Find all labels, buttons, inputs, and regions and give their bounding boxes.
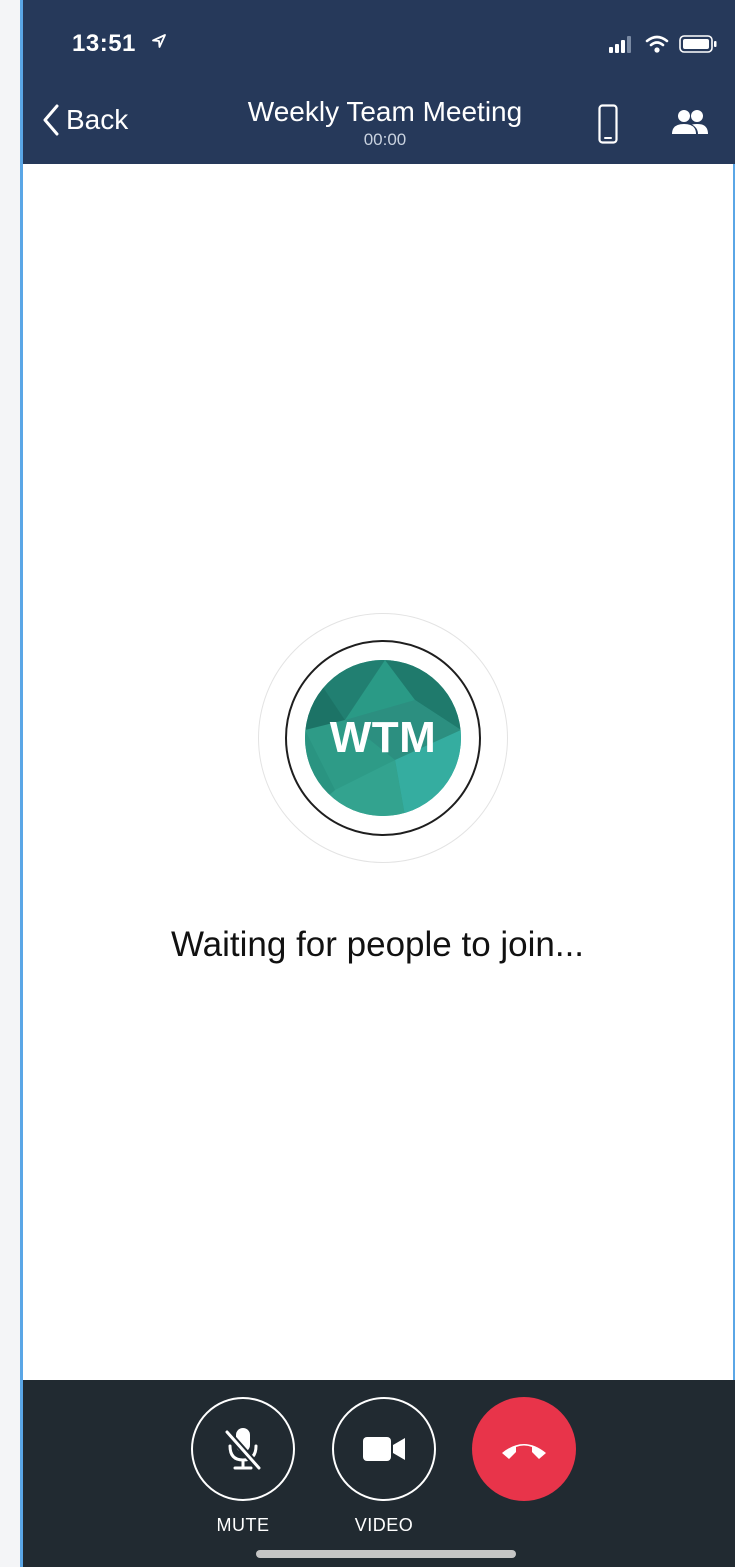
call-controls: MUTE VIDEO xyxy=(20,1380,735,1567)
status-time: 13:51 xyxy=(72,30,136,57)
avatar-initials: WTM xyxy=(329,713,437,762)
meeting-avatar: WTM xyxy=(305,660,461,816)
cellular-signal-icon xyxy=(609,36,631,53)
mute-label: MUTE xyxy=(216,1515,270,1535)
back-label: Back xyxy=(66,104,129,135)
meeting-screen: 13:51 Back Weekly Team Meeting 00:00 WTM… xyxy=(20,0,735,1567)
back-button[interactable]: Back xyxy=(42,104,128,136)
location-arrow-icon xyxy=(152,34,166,48)
video-button[interactable] xyxy=(332,1397,436,1501)
meeting-title-block: Weekly Team Meeting 00:00 xyxy=(220,96,550,150)
battery-icon xyxy=(679,35,717,53)
video-camera-icon xyxy=(363,1437,405,1461)
hang-up-icon xyxy=(502,1444,546,1459)
people-icon[interactable] xyxy=(670,108,710,138)
status-icons xyxy=(609,32,717,56)
header: 13:51 Back Weekly Team Meeting 00:00 xyxy=(20,0,735,164)
home-indicator[interactable] xyxy=(256,1550,516,1558)
mute-button[interactable] xyxy=(191,1397,295,1501)
video-label: VIDEO xyxy=(354,1515,414,1535)
meeting-timer: 00:00 xyxy=(363,130,407,149)
end-call-button[interactable] xyxy=(472,1397,576,1501)
mobile-device-icon[interactable] xyxy=(598,104,618,144)
chevron-left-icon xyxy=(43,104,59,136)
microphone-off-icon xyxy=(223,1428,263,1472)
wifi-icon xyxy=(645,35,669,53)
waiting-status: Waiting for people to join... xyxy=(170,925,585,964)
meeting-title: Weekly Team Meeting xyxy=(247,96,523,127)
